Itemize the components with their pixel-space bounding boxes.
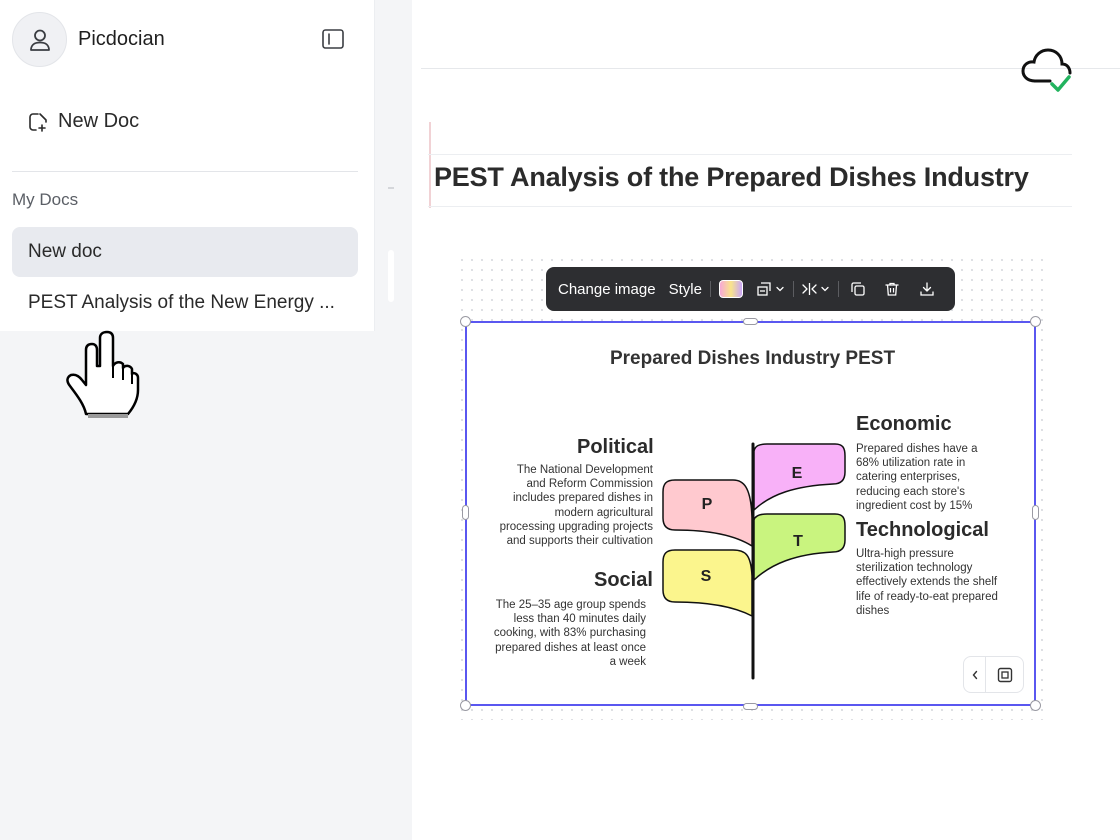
- sidebar-resize-handle[interactable]: [388, 250, 394, 302]
- doc-item-label: New doc: [28, 241, 102, 262]
- new-doc-label: New Doc: [58, 110, 140, 132]
- style-button[interactable]: Style: [669, 267, 702, 311]
- doc-item-label: PEST Analysis of the New Energy ...: [28, 292, 335, 313]
- expand-icon: [997, 667, 1012, 682]
- color-swatch-button[interactable]: [718, 280, 743, 298]
- leaf-t-label: T: [793, 533, 803, 550]
- economic-heading: Economic: [856, 413, 952, 435]
- political-heading: Political: [577, 436, 654, 458]
- resize-handle-right[interactable]: [1032, 505, 1039, 520]
- change-image-button[interactable]: Change image: [558, 267, 656, 311]
- chevron-left-icon: [972, 670, 977, 679]
- download-icon: [920, 282, 934, 296]
- leaf-e-label: E: [792, 465, 803, 482]
- economic-text: Prepared dishes have a 68% utilization r…: [856, 443, 978, 512]
- toolbar-separator: [709, 281, 711, 297]
- leaf-p: [662, 479, 753, 548]
- resize-handle-bottom-right[interactable]: [1030, 700, 1041, 711]
- collapse-sidebar-button[interactable]: [321, 28, 345, 50]
- new-doc-icon: [28, 111, 50, 133]
- sidebar-divider: [12, 171, 358, 172]
- toolbar-separator: [837, 281, 839, 297]
- collapse-controls-button[interactable]: [964, 656, 986, 693]
- fullscreen-button[interactable]: [986, 656, 1023, 693]
- cloud-synced-icon[interactable]: [1020, 47, 1076, 100]
- sidebar-doc-item-new-doc[interactable]: New doc: [12, 227, 358, 277]
- my-docs-heading: My Docs: [12, 190, 79, 209]
- avatar[interactable]: [12, 12, 67, 67]
- leaf-p-label: P: [702, 496, 713, 513]
- image-controls: [963, 656, 1024, 693]
- flip-button[interactable]: [802, 267, 830, 311]
- download-button[interactable]: [920, 267, 934, 311]
- social-heading: Social: [594, 569, 653, 591]
- leaf-s-label: S: [701, 568, 712, 585]
- infographic-title: Prepared Dishes Industry PEST: [609, 348, 896, 369]
- sidebar-toggle-icon: [322, 29, 344, 49]
- resize-handle-top-right[interactable]: [1030, 316, 1041, 327]
- sidebar: Picdocian New Doc My Docs New doc PEST A…: [0, 0, 375, 331]
- resize-handle-top[interactable]: [743, 318, 758, 325]
- resize-handle-bottom-left[interactable]: [460, 700, 471, 711]
- layout-icon: [757, 282, 771, 296]
- technological-heading: Technological: [856, 519, 989, 541]
- toolbar-separator: [792, 281, 794, 297]
- delete-button[interactable]: [885, 267, 899, 311]
- sidebar-doc-item-pest-new-energy[interactable]: PEST Analysis of the New Energy ...: [12, 280, 358, 326]
- layout-button[interactable]: [757, 267, 785, 311]
- resize-handle-top-left[interactable]: [460, 316, 471, 327]
- resize-handle-bottom[interactable]: [743, 703, 758, 710]
- chevron-down-icon: [776, 286, 784, 292]
- user-icon: [29, 29, 50, 51]
- user-name: Picdocian: [78, 28, 165, 50]
- user-profile[interactable]: Picdocian: [12, 12, 165, 67]
- trash-icon: [885, 282, 899, 296]
- hand-cursor-icon: [62, 328, 140, 425]
- copy-button[interactable]: [851, 267, 865, 311]
- copy-icon: [851, 282, 865, 296]
- resize-handle-left[interactable]: [462, 505, 469, 520]
- pest-leaf-diagram: E P T S: [662, 442, 846, 680]
- resize-handle-mark: [388, 187, 394, 189]
- flip-icon: [802, 283, 817, 295]
- new-doc-button[interactable]: New Doc: [28, 110, 139, 133]
- header-divider: [421, 68, 1120, 69]
- page-title[interactable]: PEST Analysis of the Prepared Dishes Ind…: [434, 162, 1029, 193]
- image-toolbar: Change image Style: [546, 267, 955, 311]
- technological-text: Ultra-high pressure sterilization techno…: [856, 548, 998, 617]
- social-text: The 25–35 age group spends less than 40 …: [493, 599, 646, 668]
- chevron-down-icon: [821, 286, 829, 292]
- political-text: The National Development and Reform Comm…: [499, 464, 653, 548]
